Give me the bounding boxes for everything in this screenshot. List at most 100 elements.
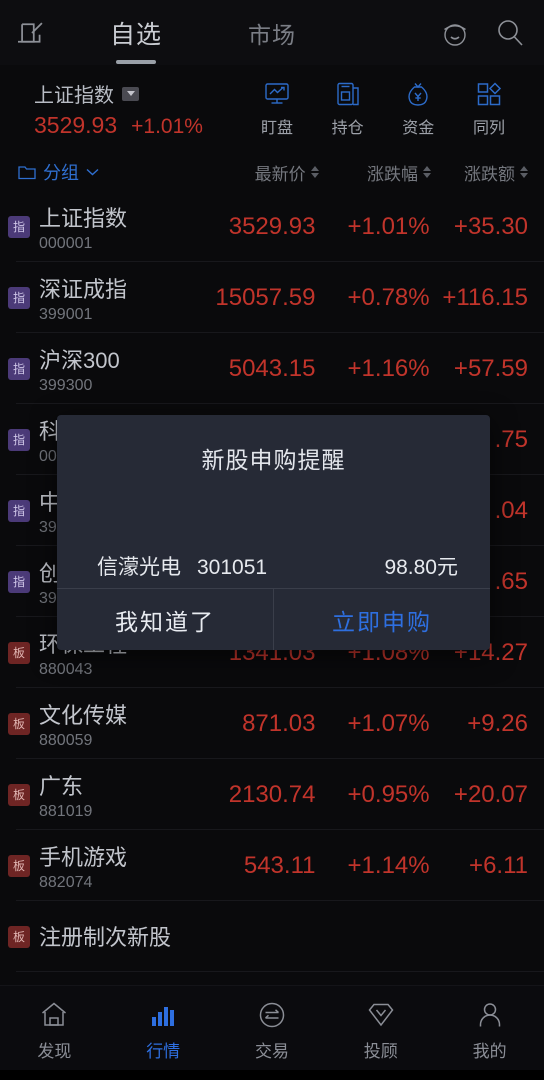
table-row[interactable]: 板广东 881019 2130.74 +0.95% +20.07 [0, 759, 544, 830]
money-bag-icon [408, 83, 428, 106]
row-change-pct: +1.01% [347, 212, 430, 240]
monitor-chart-icon [265, 83, 289, 104]
table-row[interactable]: 板文化传媒 880059 871.03 +1.07% +9.26 [0, 688, 544, 759]
row-type-badge-label: 指 [12, 362, 25, 376]
table-row[interactable]: 指上证指数 000001 3529.93 +1.01% +35.30 [0, 191, 544, 262]
row-change-amt: +116.15 [442, 283, 528, 311]
sort-arrows-icon [520, 166, 528, 178]
column-header-change-amt[interactable]: 涨跌额 [431, 160, 528, 185]
list-header: 分组 最新价 涨跌幅 涨跌额 [0, 153, 544, 191]
dialog-stock-price: 98.80元 [384, 556, 458, 579]
row-code: 399300 [39, 376, 93, 394]
row-code: 881019 [39, 802, 93, 820]
mascot-face-icon[interactable] [438, 16, 494, 50]
bottom-nav-trade[interactable]: 交易 [218, 1000, 327, 1062]
bottom-nav-quotes[interactable]: 行情 [109, 1000, 218, 1062]
chevron-down-icon [86, 168, 99, 176]
table-row[interactable]: 指深证成指 399001 15057.59 +0.78% +116.15 [0, 262, 544, 333]
row-type-badge: 指 [8, 499, 30, 522]
quick-action-funds-label: 资金 [402, 120, 435, 137]
row-change-pct: +1.16% [347, 354, 430, 382]
column-header-price[interactable]: 最新价 [212, 160, 319, 185]
row-name: 注册制次新股 [39, 924, 172, 950]
quick-action-monitor[interactable]: 盯盘 [244, 80, 310, 138]
row-code: 399001 [39, 305, 93, 323]
index-summary-bar: 上证指数 3529.93 +1.01% 盯盘 持仓 资金 同列 [0, 65, 544, 153]
row-name: 深证成指 [39, 276, 128, 302]
bottom-nav-discover[interactable]: 发现 [0, 1000, 109, 1062]
bottom-nav-mine[interactable]: 我的 [435, 1000, 544, 1062]
row-type-badge-label: 指 [12, 433, 25, 447]
row-type-badge: 指 [8, 215, 30, 238]
tab-watchlist-label: 自选 [110, 20, 163, 49]
row-name: 文化传媒 [39, 702, 128, 728]
column-header-price-label: 最新价 [254, 164, 306, 184]
new-stock-subscription-dialog: 新股申购提醒 信濛光电 301051 98.80元 我知道了 立即申购 [57, 415, 490, 650]
exchange-icon [259, 1002, 285, 1028]
dialog-title: 新股申购提醒 [201, 447, 346, 473]
folder-icon [18, 165, 36, 179]
bottom-navigation-bar: 发现 行情 交易 投顾 我的 [0, 985, 544, 1080]
index-summary[interactable]: 上证指数 3529.93 +1.01% [34, 79, 244, 139]
row-price: 3529.93 [228, 212, 316, 240]
table-row[interactable]: 指沪深300 399300 5043.15 +1.16% +57.59 [0, 333, 544, 404]
row-price: 2130.74 [228, 780, 316, 808]
row-name: 上证指数 [39, 205, 128, 231]
row-code: 882074 [39, 873, 93, 891]
column-header-change-pct-label: 涨跌幅 [367, 164, 419, 184]
bar-chart-icon [152, 1007, 175, 1026]
row-change-pct: +0.95% [347, 780, 430, 808]
table-row[interactable]: 板注册制次新股 [0, 901, 544, 972]
row-change-pct: +1.07% [347, 709, 430, 737]
bottom-nav-discover-label: 发现 [37, 1042, 72, 1061]
row-price: 5043.15 [228, 354, 316, 382]
search-icon[interactable] [494, 17, 526, 49]
row-type-badge-label: 板 [12, 788, 25, 802]
home-icon [42, 1002, 67, 1026]
row-type-badge: 板 [8, 925, 30, 948]
grid-blocks-icon [477, 82, 502, 106]
row-price: 543.11 [243, 851, 316, 879]
row-change-amt: +6.11 [469, 851, 528, 879]
row-type-badge: 板 [8, 712, 30, 735]
index-change-pct: +1.01% [131, 115, 203, 138]
quick-action-grid[interactable]: 同列 [456, 80, 522, 138]
row-code: 000001 [39, 234, 93, 252]
dialog-subscribe-button[interactable]: 立即申购 [273, 589, 490, 650]
active-tab-underline [116, 59, 156, 64]
index-name: 上证指数 [34, 85, 114, 107]
table-row[interactable]: 板手机游戏 882074 543.11 +1.14% +6.11 [0, 830, 544, 901]
dialog-dismiss-button[interactable]: 我知道了 [57, 589, 273, 650]
sort-arrows-icon [423, 166, 432, 178]
bottom-nav-quotes-label: 行情 [146, 1042, 181, 1061]
quick-action-monitor-label: 盯盘 [260, 120, 293, 137]
top-navigation-bar: 自选 市场 [0, 0, 544, 65]
bottom-nav-advisor[interactable]: 投顾 [326, 1000, 435, 1062]
row-type-badge-label: 板 [12, 930, 25, 944]
group-label: 分组 [43, 163, 79, 183]
group-selector[interactable]: 分组 [18, 159, 212, 185]
row-type-badge: 板 [8, 641, 30, 664]
row-name-cell: 注册制次新股 [39, 920, 207, 954]
caret-down-icon[interactable] [122, 86, 139, 101]
row-name-cell: 沪深300 399300 [39, 343, 207, 395]
quick-action-portfolio[interactable]: 持仓 [315, 80, 381, 138]
row-code: 880059 [39, 731, 93, 749]
bottom-nav-advisor-label: 投顾 [363, 1042, 398, 1061]
home-indicator-bar [0, 1070, 544, 1080]
quick-action-grid-label: 同列 [472, 120, 505, 137]
compose-edit-icon[interactable] [18, 19, 46, 47]
tab-market[interactable]: 市场 [244, 16, 300, 50]
row-change-amt: +57.59 [453, 354, 528, 382]
quick-action-funds[interactable]: 资金 [385, 80, 451, 138]
dialog-actions: 我知道了 立即申购 [57, 588, 490, 650]
tab-watchlist[interactable]: 自选 [106, 15, 166, 64]
row-type-badge: 指 [8, 570, 30, 593]
row-name-cell: 手机游戏 882074 [39, 840, 207, 892]
quick-actions: 盯盘 持仓 资金 同列 [244, 80, 528, 138]
row-name: 手机游戏 [39, 844, 128, 870]
column-header-change-pct[interactable]: 涨跌幅 [319, 160, 432, 185]
row-change-amt: +9.26 [467, 709, 528, 737]
row-price: 871.03 [242, 709, 316, 737]
dialog-body: 信濛光电 301051 98.80元 [57, 475, 490, 588]
